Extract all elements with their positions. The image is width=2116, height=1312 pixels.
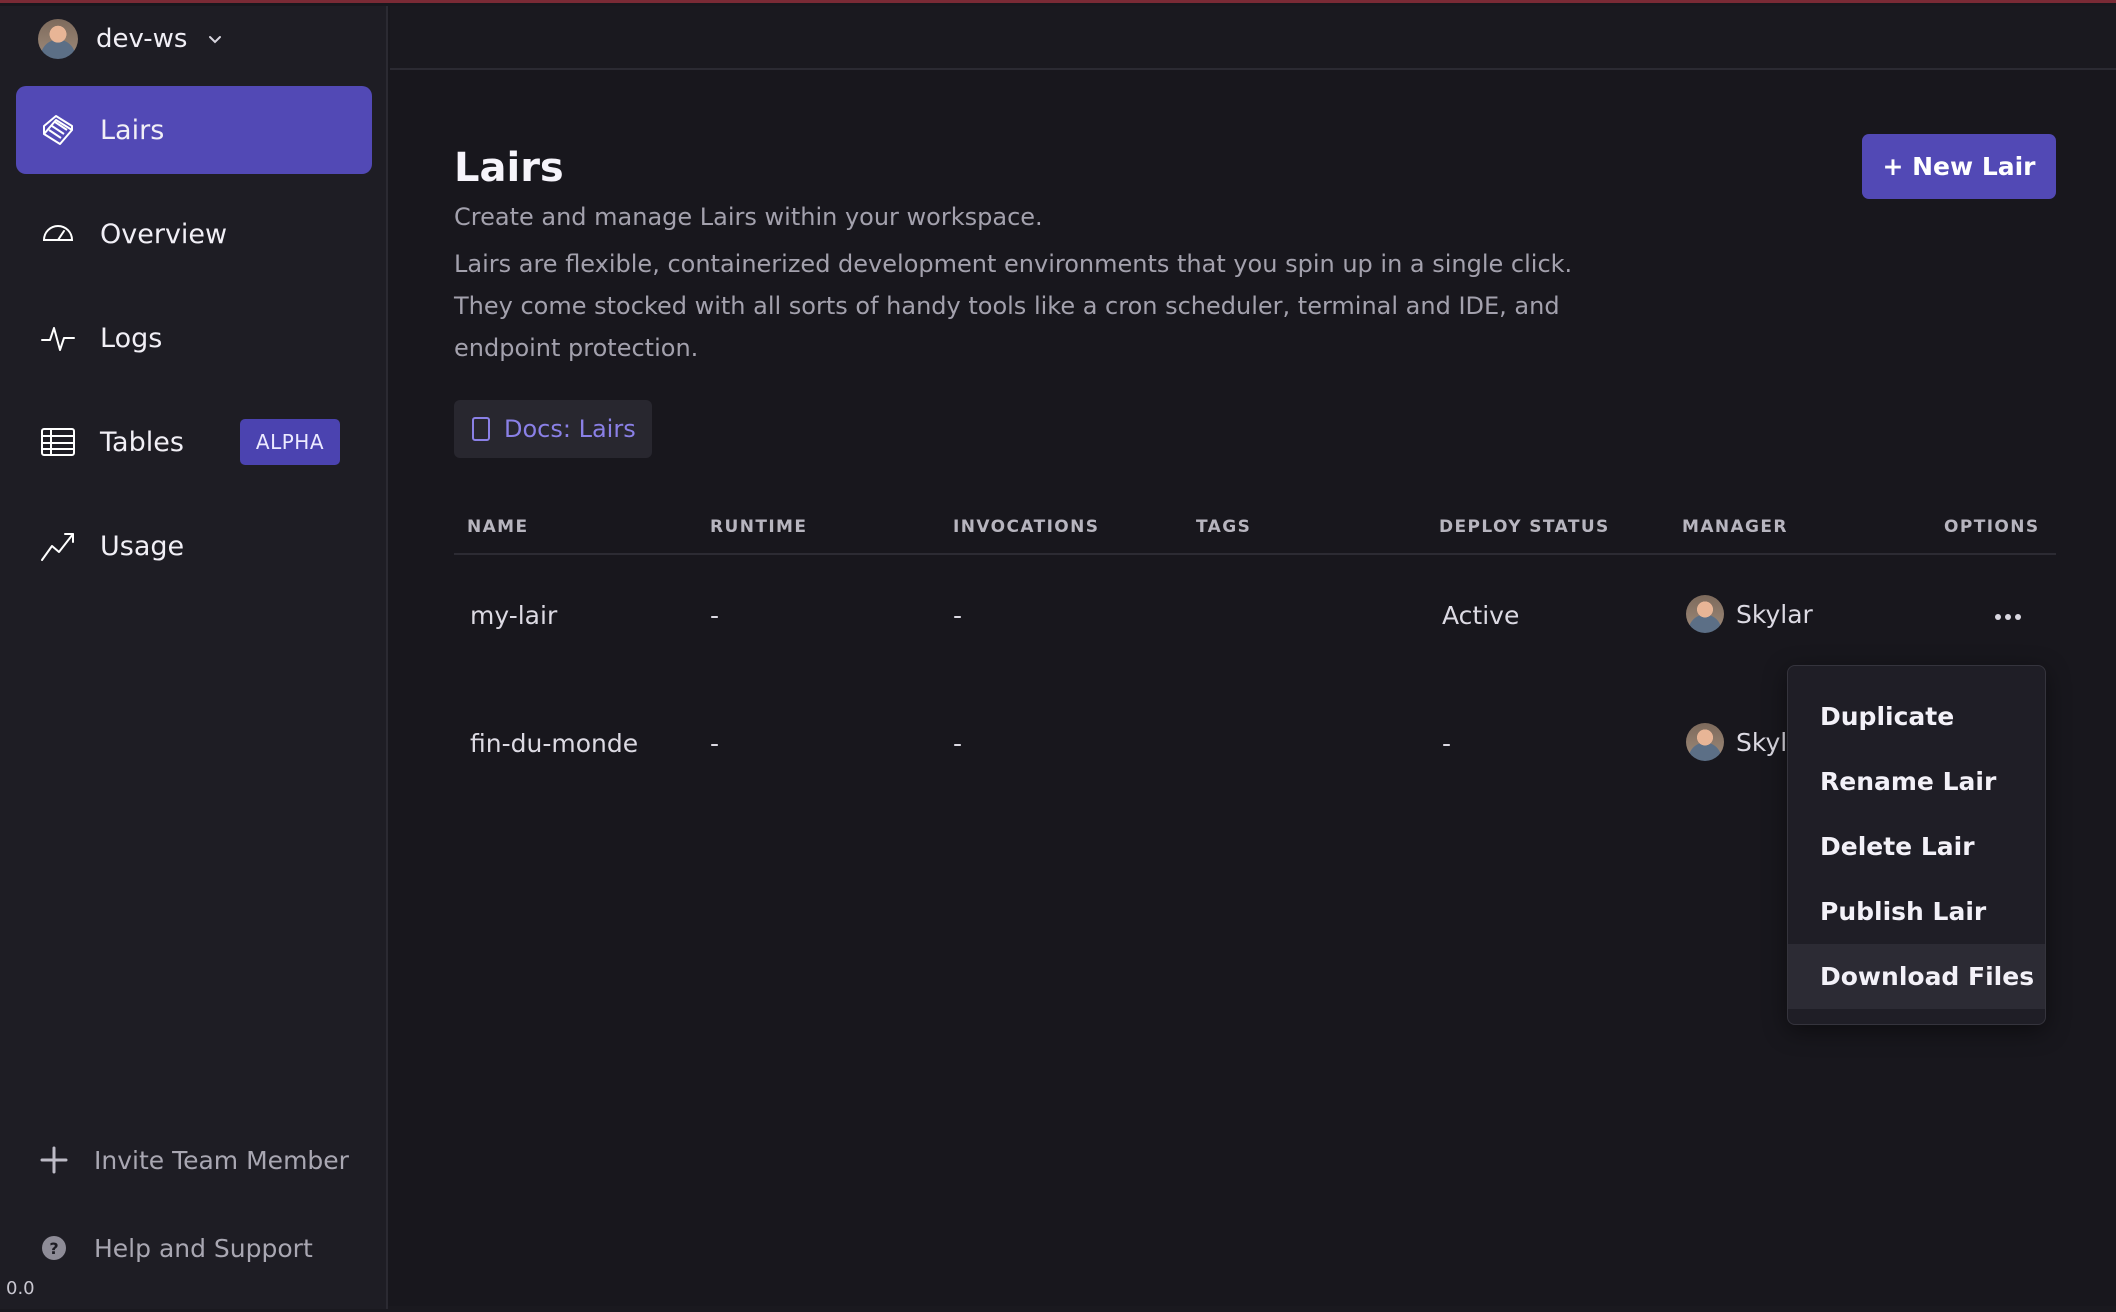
plus-icon — [40, 1146, 68, 1174]
menu-item-download-files[interactable]: Download Files — [1788, 944, 2045, 1009]
svg-text:?: ? — [49, 1239, 58, 1258]
sidebar-item-tables[interactable]: Tables ALPHA — [16, 398, 372, 486]
menu-item-publish-lair[interactable]: Publish Lair — [1788, 879, 2045, 944]
column-header-name[interactable]: NAME — [467, 517, 529, 537]
cell-invocations: - — [953, 729, 963, 758]
alpha-badge: ALPHA — [239, 419, 340, 465]
sidebar-item-label: Usage — [100, 530, 185, 562]
workspace-name: dev-ws — [96, 24, 188, 54]
manager-avatar — [1686, 595, 1724, 633]
page-description: Lairs are flexible, containerized develo… — [454, 250, 1573, 362]
cell-runtime: - — [710, 601, 720, 630]
menu-item-duplicate[interactable]: Duplicate — [1788, 684, 2045, 749]
invite-team-member-link[interactable]: Invite Team Member — [38, 1144, 349, 1176]
help-label: Help and Support — [94, 1233, 313, 1263]
sidebar-item-usage[interactable]: Usage — [16, 502, 372, 590]
sidebar-nav: Lairs Overview Logs Tables ALPHA Usage — [16, 86, 372, 606]
menu-item-delete-lair[interactable]: Delete Lair — [1788, 814, 2045, 879]
column-header-deploy-status[interactable]: DEPLOY STATUS — [1439, 517, 1610, 537]
page-title: Lairs — [454, 145, 564, 191]
trending-up-icon — [41, 533, 74, 561]
gauge-icon — [42, 225, 74, 241]
manager-avatar — [1686, 723, 1724, 761]
column-header-invocations[interactable]: INVOCATIONS — [953, 517, 1099, 537]
cell-name[interactable]: fin-du-monde — [470, 729, 638, 758]
table-header: NAME RUNTIME INVOCATIONS TAGS DEPLOY STA… — [454, 503, 2056, 555]
cell-name[interactable]: my-lair — [470, 601, 557, 630]
help-icon: ? — [42, 1236, 66, 1260]
sidebar-item-label: Tables — [100, 426, 184, 458]
cell-deploy-status: - — [1442, 729, 1452, 758]
sidebar: dev-ws Lairs Overview Logs Tables ALPHA … — [0, 6, 388, 1309]
cell-invocations: - — [953, 601, 963, 630]
top-bar — [390, 6, 2116, 70]
docs-link-label: Docs: Lairs — [504, 415, 636, 443]
invite-label: Invite Team Member — [94, 1145, 349, 1175]
column-header-tags[interactable]: TAGS — [1196, 517, 1251, 537]
chevron-down-icon — [209, 36, 222, 44]
workspace-avatar — [38, 19, 78, 59]
manager-name: Skylar — [1736, 599, 1813, 629]
workspace-switcher[interactable]: dev-ws — [38, 16, 225, 62]
page-subtitle: Create and manage Lairs within your work… — [454, 203, 1043, 231]
column-header-manager[interactable]: MANAGER — [1682, 517, 1788, 537]
sidebar-item-lairs[interactable]: Lairs — [16, 86, 372, 174]
document-icon — [472, 417, 490, 441]
options-dropdown-menu: Duplicate Rename Lair Delete Lair Publis… — [1787, 665, 2046, 1025]
lairs-icon — [43, 115, 73, 145]
help-support-link[interactable]: ? Help and Support — [38, 1232, 313, 1264]
table-row[interactable]: my-lair - - Active Skylar — [454, 555, 2056, 683]
table-icon — [41, 428, 75, 456]
column-header-options: OPTIONS — [1944, 517, 2040, 537]
sidebar-item-label: Lairs — [100, 114, 165, 146]
sidebar-item-overview[interactable]: Overview — [16, 190, 372, 278]
sidebar-item-label: Logs — [100, 322, 163, 354]
menu-item-rename-lair[interactable]: Rename Lair — [1788, 749, 2045, 814]
column-header-runtime[interactable]: RUNTIME — [710, 517, 807, 537]
options-more-icon[interactable] — [1995, 607, 2025, 627]
cell-deploy-status: Active — [1442, 601, 1520, 630]
app-window: dev-ws Lairs Overview Logs Tables ALPHA … — [0, 0, 2116, 1309]
cell-manager: Skylar — [1686, 595, 1813, 633]
sidebar-item-logs[interactable]: Logs — [16, 294, 372, 382]
new-lair-button[interactable]: + New Lair — [1862, 134, 2056, 199]
cell-runtime: - — [710, 729, 720, 758]
docs-lairs-link[interactable]: Docs: Lairs — [454, 400, 652, 458]
sidebar-item-label: Overview — [100, 218, 228, 250]
cell-manager: Skyla — [1686, 723, 1803, 761]
pulse-icon — [41, 327, 75, 351]
version-label: 0.0 — [6, 1278, 35, 1299]
